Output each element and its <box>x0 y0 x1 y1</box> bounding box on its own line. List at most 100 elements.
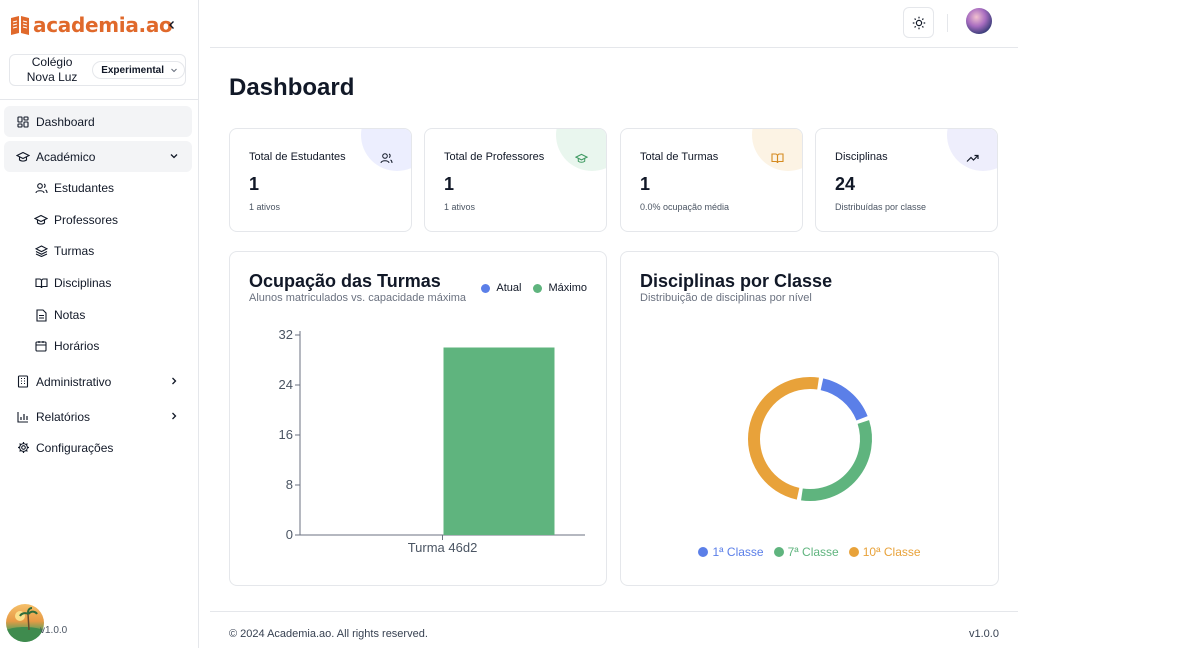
donut-slice-2 <box>801 420 872 501</box>
chevron-down-icon <box>171 68 177 73</box>
sidebar-divider <box>0 99 199 100</box>
stat-value: 1 <box>444 174 455 194</box>
school-selector[interactable]: Colégio Nova Luz Experimental <box>9 54 186 86</box>
stat-card-turmas: Total de Turmas 1 0.0% ocupação média <box>620 128 803 232</box>
distribution-donut-chart <box>748 377 872 501</box>
legend-label: 1ª Classe <box>712 545 764 559</box>
occupancy-chart-panel: Ocupação das Turmas Alunos matriculados … <box>229 251 607 586</box>
stat-card-disciplinas: Disciplinas 24 Distribuídas por classe <box>815 128 998 232</box>
chevron-right-icon <box>172 377 177 385</box>
legend-item-maximo[interactable]: Máximo <box>533 282 587 294</box>
sidebar: academia.ao Colégio Nova Luz Experimenta… <box>0 0 199 648</box>
legend-label: 10ª Classe <box>862 545 921 559</box>
legend-label: Máximo <box>548 282 587 294</box>
sidebar-item-label: Administrativo <box>36 374 112 389</box>
panel-subtitle: Alunos matriculados vs. capacidade máxim… <box>249 292 467 304</box>
sidebar-subitem-label: Notas <box>54 308 86 322</box>
layout-grid-icon <box>16 115 30 129</box>
trending-up-icon <box>965 151 979 165</box>
stat-subtitle: 0.0% ocupação média <box>640 202 730 212</box>
users-icon <box>34 181 48 195</box>
book-logo-icon <box>11 16 29 35</box>
y-tick-label: 24 <box>279 377 293 392</box>
footer-divider <box>210 611 1018 612</box>
occupancy-bar-chart: 0 8 16 24 32 Turma 46d2 <box>279 327 585 555</box>
chevron-left-icon <box>169 21 174 29</box>
sidebar-subitem-disciplinas[interactable]: Disciplinas <box>34 269 184 297</box>
sidebar-item-label: Académico <box>36 149 96 164</box>
user-avatar[interactable] <box>966 8 992 34</box>
donut-legend-item[interactable]: 7ª Classe <box>773 545 839 559</box>
layers-icon <box>34 244 48 258</box>
donut-legend-item[interactable]: 10ª Classe <box>848 545 921 559</box>
plan-badge-select[interactable]: Experimental <box>92 61 185 79</box>
page-title: Dashboard <box>229 74 355 101</box>
donut-legend-item[interactable]: 1ª Classe <box>698 545 764 559</box>
sidebar-subitem-estudantes[interactable]: Estudantes <box>34 174 184 202</box>
legend-dot <box>773 547 784 557</box>
sidebar-item-dashboard[interactable]: Dashboard <box>4 106 192 137</box>
sidebar-subitem-label: Disciplinas <box>54 276 112 290</box>
file-text-icon <box>34 308 48 322</box>
book-open-icon <box>34 276 48 290</box>
stat-title: Disciplinas <box>835 151 888 163</box>
legend-label: Atual <box>496 282 522 294</box>
bar-chart-icon <box>16 410 30 424</box>
graduation-cap-icon <box>16 150 30 164</box>
stat-value: 1 <box>249 174 260 194</box>
sidebar-subitem-professores[interactable]: Professores <box>34 206 184 234</box>
sidebar-item-relatorios[interactable]: Relatórios <box>4 401 192 432</box>
sidebar-item-academico[interactable]: Académico <box>4 141 192 172</box>
y-tick-label: 32 <box>279 327 293 342</box>
sidebar-subitem-label: Horários <box>54 339 100 353</box>
sidebar-item-configuracoes[interactable]: Configurações <box>4 432 192 463</box>
x-tick-label: Turma 46d2 <box>408 540 478 555</box>
topbar-separator <box>947 14 948 32</box>
copyright-text: © 2024 Academia.ao. All rights reserved. <box>229 628 428 640</box>
donut-slice-1 <box>820 378 868 421</box>
sidebar-item-label: Dashboard <box>36 114 95 129</box>
calendar-icon <box>34 339 48 353</box>
graduation-cap-icon <box>574 151 588 165</box>
donut-legend: 1ª Classe 7ª Classe 10ª Classe <box>621 545 998 559</box>
sidebar-subitem-label: Estudantes <box>54 181 115 195</box>
stat-card-professores: Total de Professores 1 1 ativos <box>424 128 607 232</box>
sidebar-subitem-turmas[interactable]: Turmas <box>34 237 184 265</box>
footer-version: v1.0.0 <box>969 628 999 640</box>
theme-toggle-button[interactable] <box>903 7 934 38</box>
legend-dot <box>698 547 709 557</box>
app-root: academia.ao Colégio Nova Luz Experimenta… <box>0 0 1200 648</box>
sidebar-subitem-notas[interactable]: Notas <box>34 301 184 329</box>
sidebar-subitem-horarios[interactable]: Horários <box>34 332 184 360</box>
sidebar-item-label: Configurações <box>36 440 114 455</box>
legend-item-atual[interactable]: Atual <box>481 282 521 294</box>
panel-subtitle: Distribuição de disciplinas por nível <box>640 292 812 304</box>
y-tick-label: 8 <box>286 477 293 492</box>
distribution-chart-panel: Disciplinas por Classe Distribuição de d… <box>620 251 999 586</box>
legend-label: 7ª Classe <box>787 545 839 559</box>
tenant-avatar[interactable] <box>6 604 44 642</box>
graduation-cap-icon <box>34 213 48 227</box>
bar-máximo <box>443 347 555 535</box>
users-icon <box>379 151 393 165</box>
building-icon <box>16 375 30 389</box>
sidebar-item-label: Relatórios <box>36 409 91 424</box>
palm-landscape-icon <box>6 607 44 642</box>
legend-dot <box>481 283 491 293</box>
sidebar-item-administrativo[interactable]: Administrativo <box>4 366 192 397</box>
panel-title: Ocupação das Turmas <box>249 271 441 291</box>
legend-dot <box>848 547 859 557</box>
chevron-right-icon <box>172 412 177 420</box>
y-tick-label: 0 <box>286 527 293 542</box>
legend-dot <box>533 283 543 293</box>
brand-logo[interactable]: academia.ao <box>9 11 173 39</box>
collapse-sidebar-button[interactable] <box>164 17 180 33</box>
book-open-icon <box>770 151 784 165</box>
school-name: Colégio Nova Luz <box>26 55 78 84</box>
chevron-down-icon <box>170 154 178 159</box>
sidebar-version: v1.0.0 <box>40 625 68 636</box>
brand-name: academia.ao <box>33 13 173 37</box>
stat-value: 1 <box>640 174 651 194</box>
sidebar-subitem-label: Turmas <box>54 244 95 258</box>
chart-legend: Atual Máximo <box>469 282 587 294</box>
